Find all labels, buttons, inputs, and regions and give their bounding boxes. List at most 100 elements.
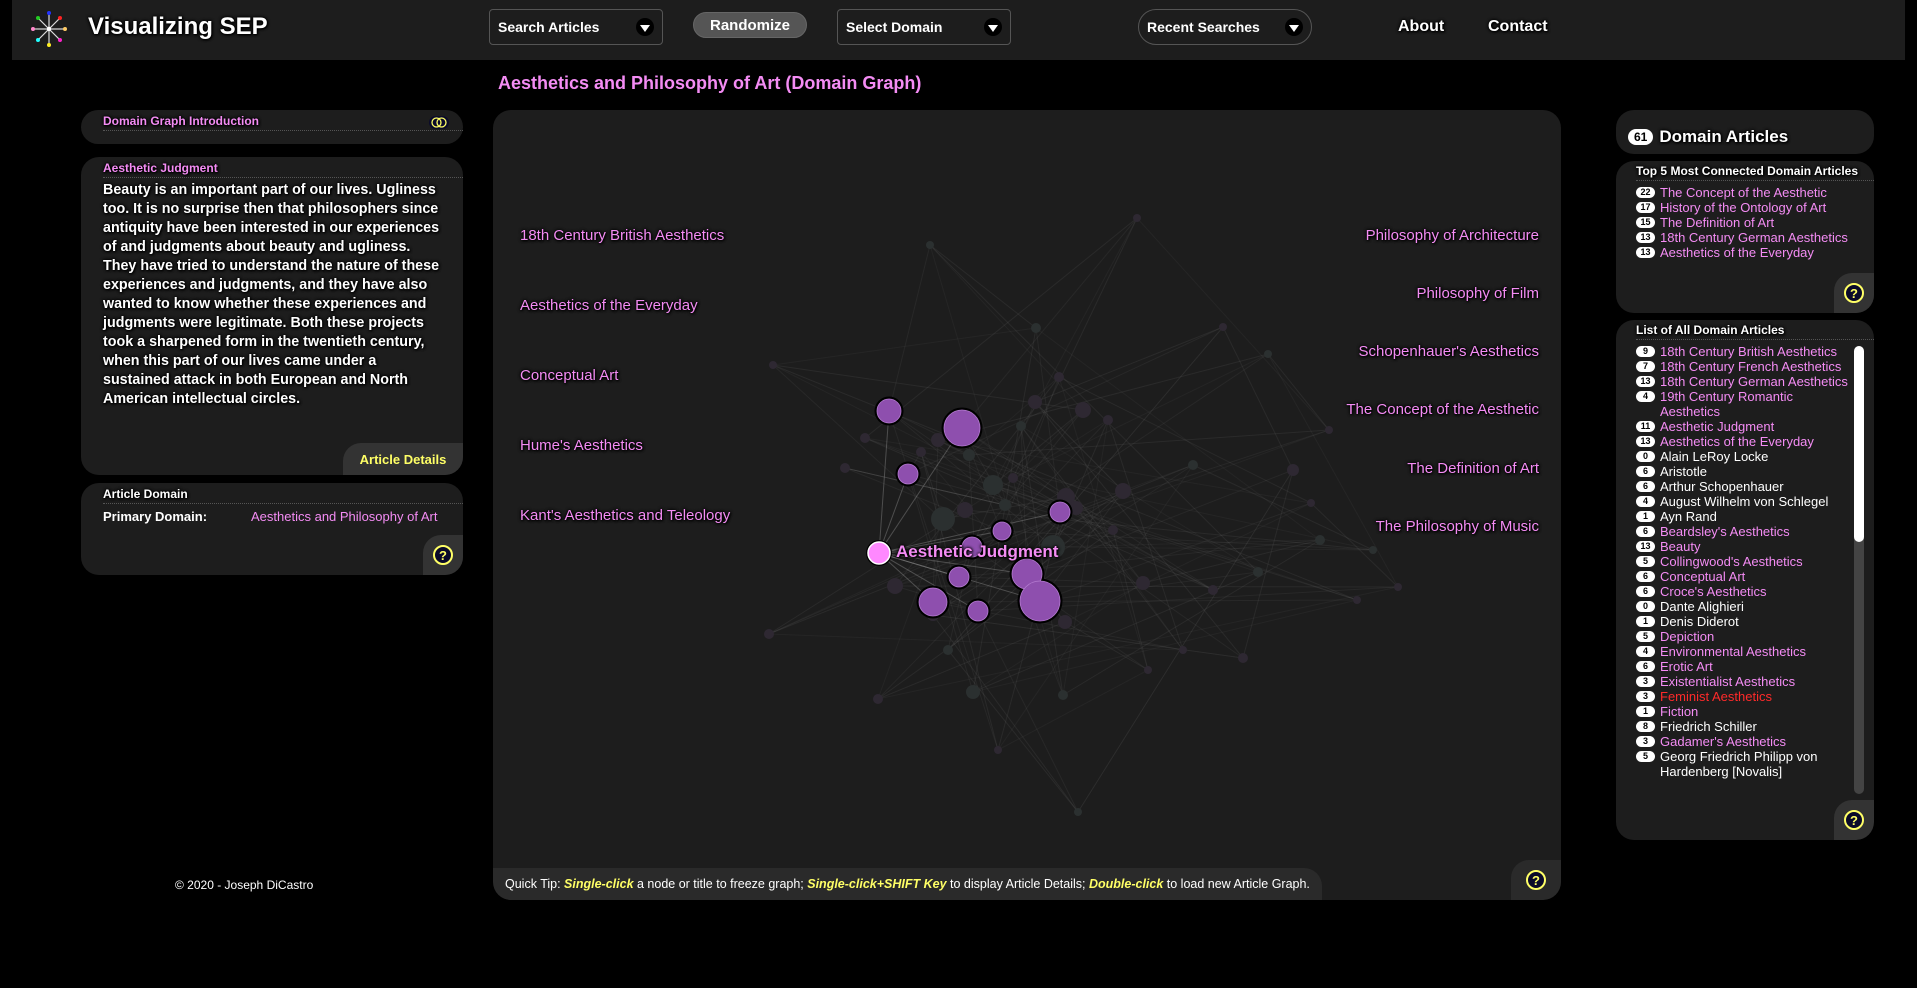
- all-articles-help-button[interactable]: ?: [1834, 800, 1874, 840]
- graph-node-label[interactable]: The Philosophy of Music: [1376, 518, 1539, 535]
- graph-node-neighbor[interactable]: [967, 600, 989, 622]
- article-link[interactable]: Aesthetic Judgment: [1660, 419, 1774, 434]
- article-list-item[interactable]: 4 August Wilhelm von Schlegel: [1636, 494, 1852, 509]
- article-list-item[interactable]: 13 18th Century German Aesthetics: [1636, 374, 1852, 389]
- graph-node-neighbor[interactable]: [1019, 580, 1061, 622]
- top5-item[interactable]: 22 The Concept of the Aesthetic: [1636, 185, 1874, 200]
- article-list-item[interactable]: 5 Georg Friedrich Philipp von Hardenberg …: [1636, 749, 1852, 779]
- article-link[interactable]: 18th Century French Aesthetics: [1660, 359, 1841, 374]
- graph-node[interactable]: [1144, 666, 1152, 674]
- article-list-item[interactable]: 0 Dante Alighieri: [1636, 599, 1852, 614]
- graph-node-neighbor[interactable]: [897, 463, 919, 485]
- graph-node[interactable]: [1264, 350, 1272, 358]
- article-list-item[interactable]: 6 Aristotle: [1636, 464, 1852, 479]
- graph-node-active[interactable]: [867, 541, 891, 565]
- graph-node[interactable]: [999, 499, 1011, 511]
- article-link[interactable]: Conceptual Art: [1660, 569, 1745, 584]
- graph-node[interactable]: [769, 361, 777, 369]
- article-link[interactable]: Alain LeRoy Locke: [1660, 449, 1768, 464]
- graph-node[interactable]: [1103, 415, 1113, 425]
- graph-node-label[interactable]: Hume's Aesthetics: [520, 437, 643, 454]
- graph-node[interactable]: [1136, 576, 1150, 590]
- scrollbar[interactable]: [1854, 346, 1864, 794]
- article-link[interactable]: Denis Diderot: [1660, 614, 1739, 629]
- graph-node-label[interactable]: The Concept of the Aesthetic: [1346, 401, 1539, 418]
- article-list-item[interactable]: 6 Arthur Schopenhauer: [1636, 479, 1852, 494]
- graph-node[interactable]: [1108, 525, 1118, 535]
- article-list-item[interactable]: 4 19th Century Romantic Aesthetics: [1636, 389, 1852, 419]
- article-list-item[interactable]: 1 Ayn Rand: [1636, 509, 1852, 524]
- graph-node[interactable]: [1394, 583, 1402, 591]
- graph-node[interactable]: [1058, 615, 1072, 629]
- graph-node-label[interactable]: Kant's Aesthetics and Teleology: [520, 507, 730, 524]
- article-list-item[interactable]: 11 Aesthetic Judgment: [1636, 419, 1852, 434]
- article-link[interactable]: Collingwood's Aesthetics: [1660, 554, 1803, 569]
- graph-node[interactable]: [966, 685, 980, 699]
- toggle-icon[interactable]: [429, 116, 449, 129]
- article-link[interactable]: Croce's Aesthetics: [1660, 584, 1767, 599]
- graph-node-label[interactable]: 18th Century British Aesthetics: [520, 227, 724, 244]
- article-list-item[interactable]: 3 Feminist Aesthetics: [1636, 689, 1852, 704]
- domain-help-button[interactable]: ?: [423, 535, 463, 575]
- graph-node[interactable]: [943, 645, 953, 655]
- article-list-item[interactable]: 13 Beauty: [1636, 539, 1852, 554]
- search-articles-dropdown[interactable]: Search Articles: [489, 9, 663, 45]
- graph-node[interactable]: [1028, 395, 1042, 409]
- article-link[interactable]: 19th Century Romantic Aesthetics: [1660, 389, 1852, 419]
- graph-node-label[interactable]: Aesthetics of the Everyday: [520, 297, 698, 314]
- article-details-button[interactable]: Article Details: [343, 443, 463, 475]
- graph-node[interactable]: [1054, 372, 1064, 382]
- article-list-item[interactable]: 3 Gadamer's Aesthetics: [1636, 734, 1852, 749]
- graph-node[interactable]: [1008, 473, 1018, 483]
- top5-article-link[interactable]: 18th Century German Aesthetics: [1660, 230, 1848, 245]
- graph-node-neighbor[interactable]: [943, 409, 981, 447]
- graph-node[interactable]: [764, 629, 774, 639]
- graph-node[interactable]: [887, 578, 903, 594]
- article-link[interactable]: Feminist Aesthetics: [1660, 689, 1772, 704]
- top5-article-link[interactable]: The Concept of the Aesthetic: [1660, 185, 1827, 200]
- article-link[interactable]: Environmental Aesthetics: [1660, 644, 1806, 659]
- graph-node[interactable]: [957, 502, 973, 518]
- graph-node[interactable]: [983, 475, 1003, 495]
- graph-node-neighbor[interactable]: [876, 398, 902, 424]
- graph-node[interactable]: [916, 447, 926, 457]
- article-link[interactable]: Aesthetics of the Everyday: [1660, 434, 1814, 449]
- select-domain-dropdown[interactable]: Select Domain: [837, 9, 1011, 45]
- article-list-item[interactable]: 1 Fiction: [1636, 704, 1852, 719]
- article-link[interactable]: August Wilhelm von Schlegel: [1660, 494, 1828, 509]
- article-list-item[interactable]: 6 Conceptual Art: [1636, 569, 1852, 584]
- article-list-item[interactable]: 6 Beardsley's Aesthetics: [1636, 524, 1852, 539]
- article-link[interactable]: Dante Alighieri: [1660, 599, 1744, 614]
- article-link[interactable]: 18th Century British Aesthetics: [1660, 344, 1837, 359]
- graph-node[interactable]: [1031, 323, 1041, 333]
- graph-node[interactable]: [1315, 535, 1325, 545]
- article-list-item[interactable]: 5 Depiction: [1636, 629, 1852, 644]
- graph-node[interactable]: [963, 449, 975, 461]
- top5-item[interactable]: 17 History of the Ontology of Art: [1636, 200, 1874, 215]
- article-list-item[interactable]: 8 Friedrich Schiller: [1636, 719, 1852, 734]
- all-articles-scroll-area[interactable]: 9 18th Century British Aesthetics 7 18th Ce…: [1636, 340, 1874, 788]
- graph-node-label[interactable]: Schopenhauer's Aesthetics: [1359, 343, 1539, 360]
- article-list-item[interactable]: 7 18th Century French Aesthetics: [1636, 359, 1852, 374]
- graph-node[interactable]: [873, 694, 883, 704]
- article-link[interactable]: Ayn Rand: [1660, 509, 1717, 524]
- top5-item[interactable]: 13 18th Century German Aesthetics: [1636, 230, 1874, 245]
- graph-node-label[interactable]: Philosophy of Architecture: [1366, 227, 1539, 244]
- graph-node-neighbor[interactable]: [1049, 501, 1071, 523]
- article-link[interactable]: Existentialist Aesthetics: [1660, 674, 1795, 689]
- graph-help-button[interactable]: ?: [1511, 860, 1561, 900]
- graph-node[interactable]: [994, 746, 1002, 754]
- top5-item[interactable]: 13 Aesthetics of the Everyday: [1636, 245, 1874, 260]
- contact-link[interactable]: Contact: [1488, 18, 1548, 36]
- top5-item[interactable]: 15 The Definition of Art: [1636, 215, 1874, 230]
- article-list-item[interactable]: 13 Aesthetics of the Everyday: [1636, 434, 1852, 449]
- graph-node-label[interactable]: Conceptual Art: [520, 367, 618, 384]
- graph-node-label[interactable]: The Definition of Art: [1407, 460, 1539, 477]
- graph-node[interactable]: [1238, 653, 1248, 663]
- graph-node[interactable]: [840, 463, 850, 473]
- about-link[interactable]: About: [1398, 18, 1444, 36]
- graph-node-neighbor[interactable]: [992, 521, 1012, 541]
- graph-node[interactable]: [1115, 483, 1131, 499]
- graph-node[interactable]: [1016, 421, 1026, 431]
- article-link[interactable]: Friedrich Schiller: [1660, 719, 1757, 734]
